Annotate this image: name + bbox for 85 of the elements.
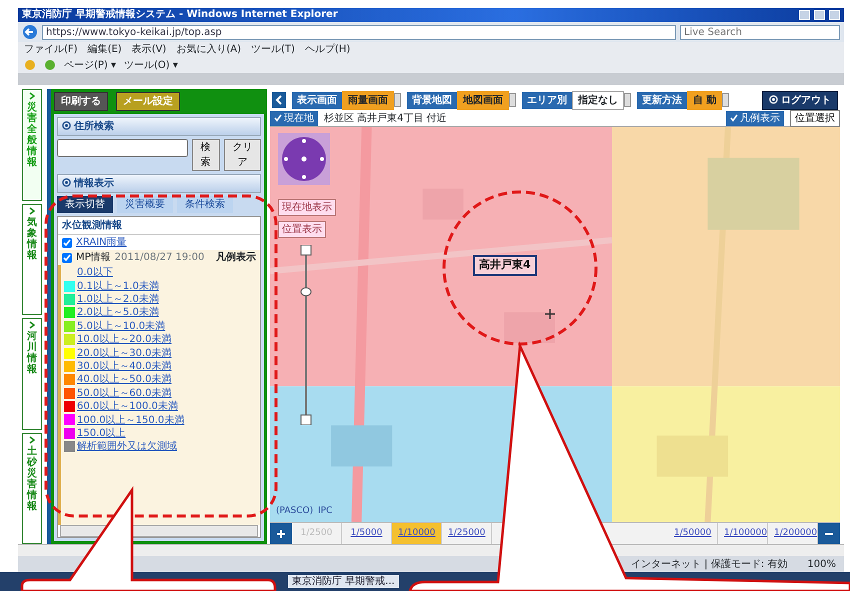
crosshair-icon: [545, 307, 555, 321]
legend-label[interactable]: 0.0以下: [77, 265, 113, 280]
toolbar-button[interactable]: ツール(O) ▾: [124, 58, 178, 72]
dropdown-value[interactable]: 地図画面: [457, 90, 509, 110]
panel-button[interactable]: 印刷する: [54, 92, 108, 111]
search-field[interactable]: Live Search: [680, 24, 840, 40]
menu-item[interactable]: ツール(T): [251, 42, 295, 57]
info-tab[interactable]: 条件検索: [177, 196, 233, 213]
menu-item[interactable]: 表示(V): [132, 42, 166, 57]
checkbox[interactable]: [62, 252, 72, 262]
legend-label[interactable]: 50.0以上～60.0未満: [77, 386, 172, 401]
legend-label[interactable]: 60.0以上～100.0未満: [77, 399, 178, 414]
map-button[interactable]: 現在地表示: [278, 199, 336, 216]
checkbox[interactable]: [62, 238, 72, 248]
back-icon[interactable]: [22, 24, 38, 40]
section-title: 住所検索: [74, 121, 114, 132]
side-tab[interactable]: 河川情報: [22, 318, 42, 430]
legend-label[interactable]: 10.0以上～20.0未満: [77, 332, 172, 348]
section-title: 情報表示: [74, 178, 114, 189]
chevron-icon: [29, 206, 35, 214]
legend-label[interactable]: 30.0以上～40.0未満: [77, 358, 172, 374]
legend-link[interactable]: 凡例表示: [216, 250, 256, 265]
legend-label[interactable]: 40.0以上～50.0未満: [77, 372, 172, 388]
group-label: 背景地図: [407, 92, 457, 108]
taskbar-item[interactable]: 東京消防庁 早期警戒...: [288, 575, 399, 588]
legend-label[interactable]: 150.0以上: [77, 426, 126, 441]
menu-item[interactable]: 編集(E): [88, 42, 122, 57]
zoom-level: 100%: [807, 558, 836, 572]
plus-icon: [277, 530, 285, 538]
menu-item[interactable]: ヘルプ(H): [304, 42, 350, 57]
dropdown-value[interactable]: 自 動: [687, 90, 722, 110]
menu-item[interactable]: お気に入り(A): [176, 42, 241, 57]
location-text: 杉並区 高井戸東4丁目 付近: [324, 112, 448, 126]
zoom-in-button[interactable]: [270, 523, 292, 544]
list-header: 水位観測情報: [58, 217, 260, 235]
group-label: 表示画面: [292, 92, 342, 108]
address-input[interactable]: [57, 139, 188, 157]
pan-control[interactable]: [278, 133, 330, 185]
timestamp: 2011/08/27 19:00: [114, 251, 204, 265]
check-icon: [274, 114, 282, 122]
select-button[interactable]: 位置選択: [790, 110, 840, 127]
spinner-control[interactable]: [722, 93, 730, 107]
address-field[interactable]: https://www.tokyo-keikai.jp/top.asp: [42, 24, 676, 40]
target-icon: [62, 121, 71, 130]
collapse-icon[interactable]: [272, 92, 286, 108]
legend-button[interactable]: 凡例表示: [726, 111, 784, 126]
map-button[interactable]: 位置表示: [278, 221, 326, 238]
info-tab[interactable]: 災害概要: [117, 196, 173, 213]
legend-label[interactable]: 1.0以上～2.0未満: [77, 292, 159, 307]
window-title: 東京消防庁 早期警戒情報システム - Windows Internet Explorer: [22, 8, 339, 22]
layer-label: MP情報: [76, 250, 111, 265]
group-label: エリア別: [522, 92, 572, 108]
check-icon: [730, 114, 738, 122]
scale-button[interactable]: 1/10000: [392, 523, 442, 544]
search-button[interactable]: クリア: [224, 139, 261, 171]
legend-label[interactable]: 100.0以上～150.0未満: [77, 412, 184, 428]
chevron-icon: [29, 321, 35, 329]
menu-item[interactable]: ファイル(F): [24, 42, 78, 57]
group-label: 更新方法: [637, 92, 687, 108]
toolbar-button[interactable]: ページ(P) ▾: [64, 58, 116, 72]
chevron-icon: [29, 436, 35, 444]
dropdown-value[interactable]: 雨量画面: [342, 90, 394, 110]
dropdown-value[interactable]: 指定なし: [572, 90, 624, 110]
place-label: 高井戸東4: [473, 255, 537, 276]
chevron-icon: [29, 92, 35, 100]
legend-label[interactable]: 0.1以上～1.0未満: [77, 278, 159, 294]
layer-label[interactable]: XRAIN雨量: [76, 235, 127, 250]
side-tab[interactable]: 災害全般情報: [22, 89, 42, 200]
zoom-out-button[interactable]: [818, 523, 840, 544]
info-tab[interactable]: 表示切替: [57, 196, 113, 213]
zoom-slider[interactable]: [300, 245, 312, 425]
map-credit: IPC: [318, 504, 332, 518]
target-icon: [769, 94, 778, 104]
target-icon: [62, 178, 71, 187]
map-credit: (PASCO): [276, 504, 314, 518]
status-zone: インターネット | 保護モード: 有効: [631, 558, 788, 572]
search-button[interactable]: 検索: [192, 139, 220, 171]
side-tab[interactable]: 気象情報: [22, 204, 42, 315]
side-tab[interactable]: 土砂災害情報: [22, 432, 42, 544]
legend-label[interactable]: 20.0以上～30.0未満: [77, 346, 172, 361]
legend-label[interactable]: 5.0以上～10.0未満: [77, 318, 166, 334]
legend-label[interactable]: 2.0以上～5.0未満: [77, 305, 159, 320]
location-button[interactable]: 現在地: [270, 111, 318, 126]
legend-label[interactable]: 解析範囲外又は欠測域: [77, 439, 177, 454]
logout-button[interactable]: ログアウト: [762, 90, 838, 110]
